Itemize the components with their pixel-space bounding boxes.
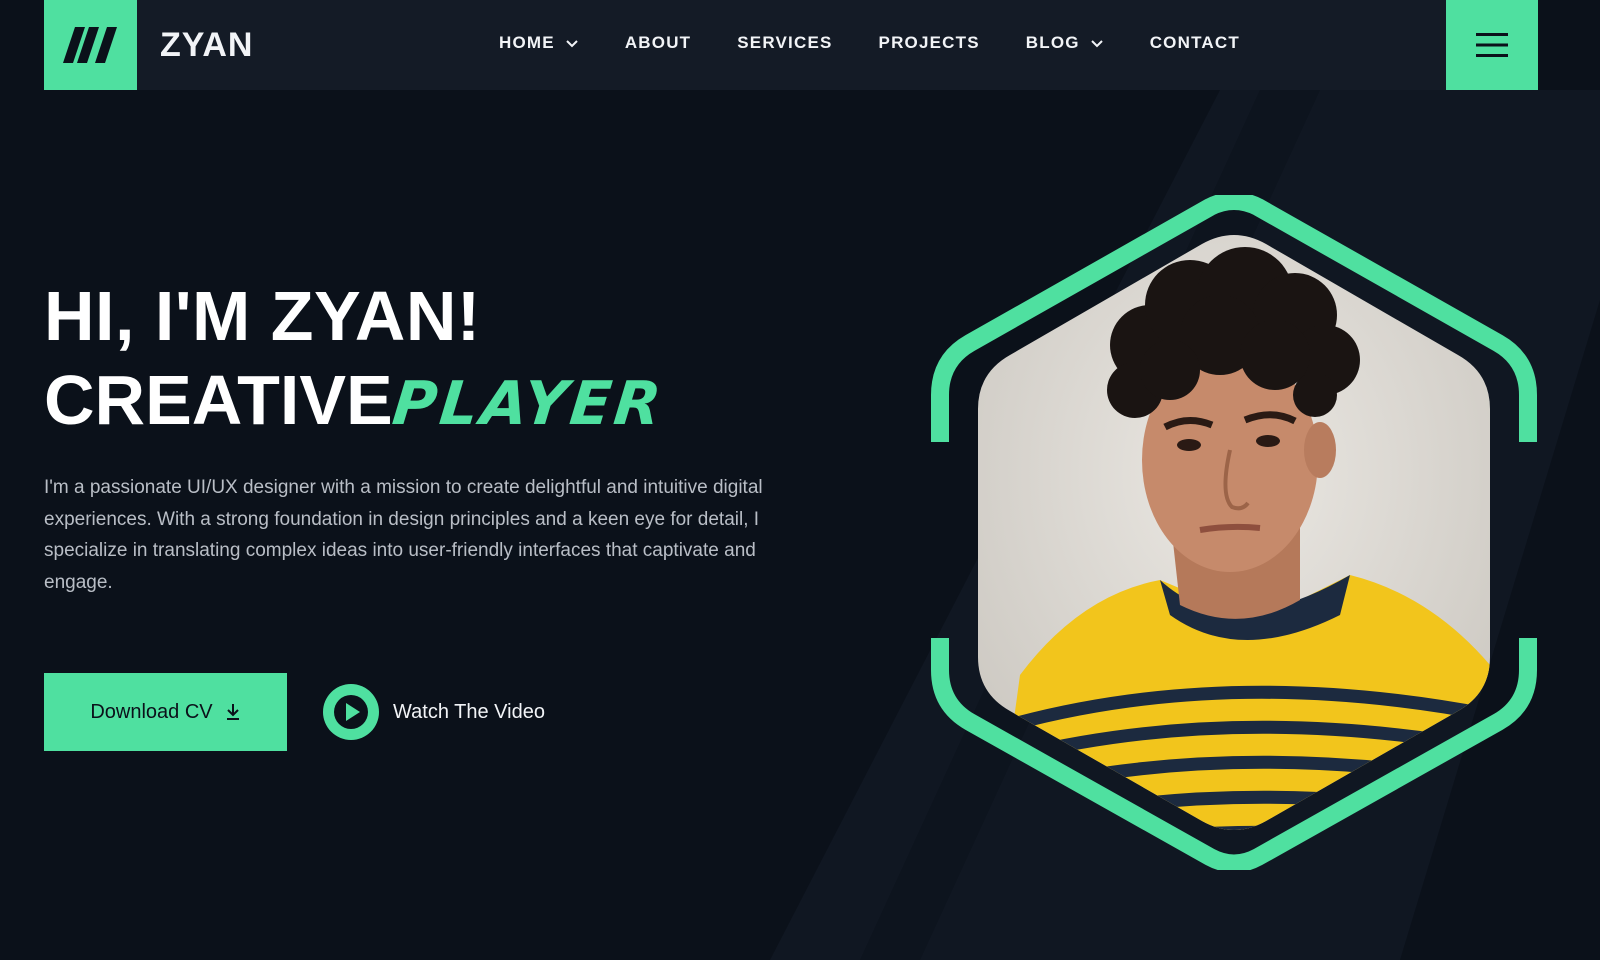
play-icon	[334, 695, 368, 729]
nav-item-projects[interactable]: PROJECTS	[879, 27, 980, 59]
hero-description: I'm a passionate UI/UX designer with a m…	[44, 477, 763, 593]
hero-title: CREATIVEPLAYER	[44, 360, 667, 444]
nav-item-services[interactable]: SERVICES	[737, 27, 832, 59]
hero-title-prefix: CREATIVE	[44, 361, 393, 439]
nav-item-contact[interactable]: CONTACT	[1150, 27, 1240, 59]
nav-item-label: ABOUT	[624, 33, 692, 52]
nav-item-blog[interactable]: BLOG	[1026, 27, 1104, 59]
watch-video-label: Watch The Video	[393, 700, 545, 723]
chevron-down-icon	[1090, 38, 1104, 48]
hero-title-accent: PLAYER	[389, 369, 667, 439]
download-cv-label: Download CV	[90, 700, 213, 723]
brand-name[interactable]: ZYAN	[160, 22, 253, 68]
download-icon	[225, 703, 241, 721]
nav-item-about[interactable]: ABOUT	[625, 27, 691, 59]
nav-item-home[interactable]: HOME	[499, 27, 579, 59]
nav-item-label: PROJECTS	[878, 33, 980, 52]
menu-button[interactable]	[1446, 0, 1538, 90]
hamburger-menu-icon	[1476, 33, 1508, 57]
download-cv-button[interactable]: Download CV	[44, 673, 287, 751]
nav-item-label: CONTACT	[1149, 33, 1240, 52]
chevron-down-icon	[565, 38, 579, 48]
nav-item-label: BLOG	[1025, 33, 1080, 52]
main-nav: HOME ABOUT SERVICES PROJECTS BLOG CONTAC…	[499, 27, 1240, 59]
nav-item-label: SERVICES	[737, 33, 833, 52]
hero-greeting: HI, I'M ZYAN!	[44, 277, 481, 355]
slashes-logo-icon	[62, 27, 117, 63]
logo[interactable]	[44, 0, 137, 90]
watch-video-link[interactable]: Watch The Video	[323, 683, 545, 741]
portrait-hexagon	[931, 195, 1537, 870]
nav-item-label: HOME	[499, 33, 555, 52]
play-button[interactable]	[323, 684, 379, 740]
